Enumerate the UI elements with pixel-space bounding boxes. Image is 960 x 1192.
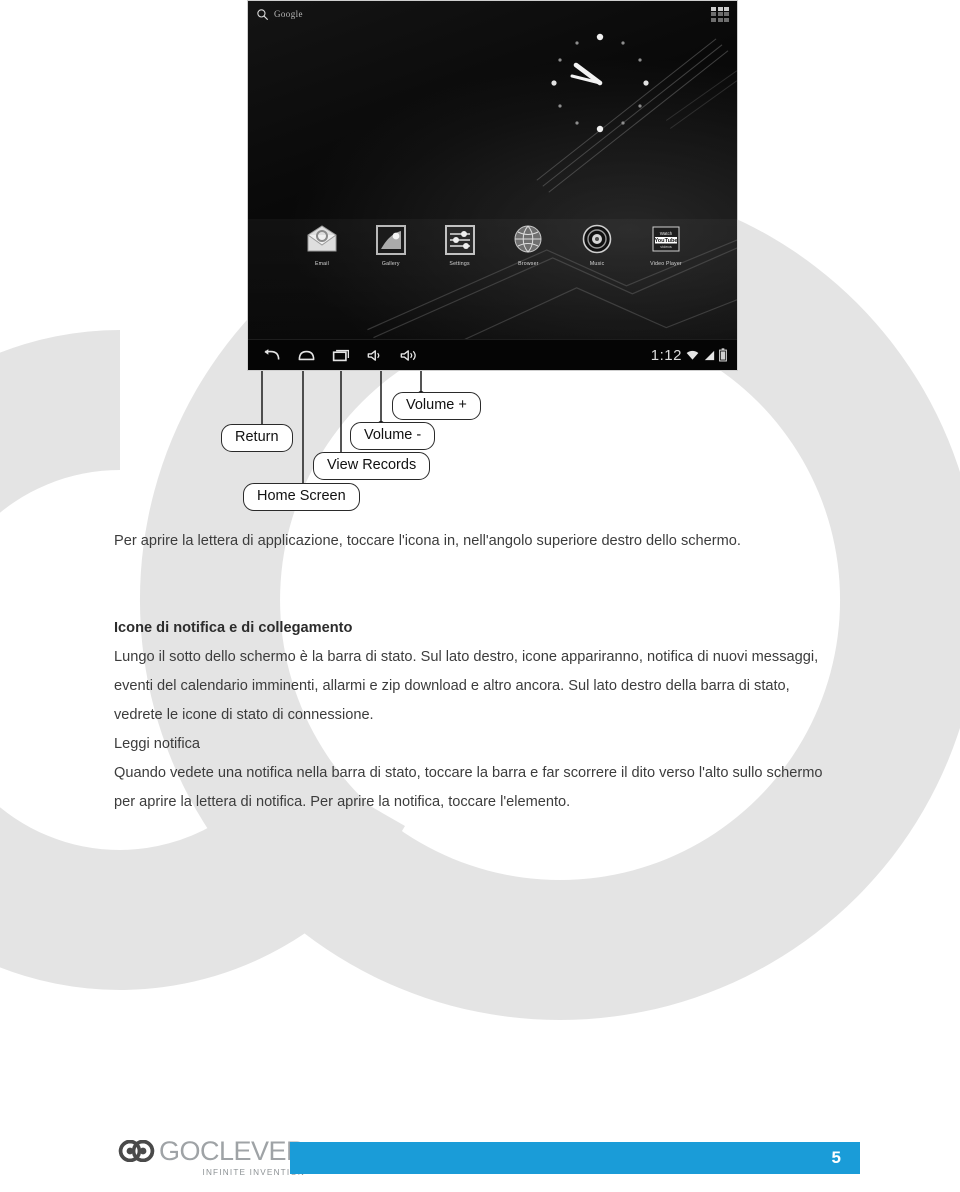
goclever-logo: GOCLEVER INFINITE INVENTION — [118, 1136, 306, 1177]
body-content: Per aprire la lettera di applicazione, t… — [114, 527, 830, 817]
go-logo-mark — [118, 1140, 155, 1162]
svg-text:videos: videos — [660, 244, 672, 249]
callout-view-records: View Records — [313, 452, 431, 480]
app-shortcut-row: Email Gallery Settings Browser Music Wat… — [294, 223, 694, 267]
app-label: Settings — [449, 261, 470, 267]
tablet-top-bar: Google — [248, 1, 737, 27]
section-heading: Icone di notifica e di collegamento — [114, 620, 353, 636]
callout-volume-up: Volume + — [392, 392, 481, 420]
logo-tagline: INFINITE INVENTION — [202, 1168, 306, 1177]
gallery-icon — [374, 223, 408, 257]
app-item-video-player[interactable]: Watch YouTube videos Video Player — [638, 223, 694, 267]
google-search-label: Google — [274, 9, 303, 19]
settings-icon — [443, 223, 477, 257]
app-label: Gallery — [381, 261, 400, 267]
tablet-figure: Google Email Gallery Settings Browser Mu… — [247, 0, 738, 371]
page-number: 5 — [831, 1148, 841, 1167]
app-label: Email — [315, 261, 329, 267]
intro-paragraph: Per aprire la lettera di applicazione, t… — [114, 533, 741, 549]
video-player-youtube-icon: Watch YouTube videos — [649, 223, 683, 257]
page-number-bar: 5 — [290, 1142, 860, 1174]
subsection-paragraph: Quando vedete una notifica nella barra d… — [114, 765, 823, 810]
browser-globe-icon — [511, 223, 545, 257]
google-search-widget[interactable]: Google — [256, 8, 303, 21]
callout-volume-down: Volume - — [350, 422, 436, 450]
callout-home-screen: Home Screen — [243, 483, 360, 511]
tablet-screen: Google Email Gallery Settings Browser Mu… — [247, 0, 738, 371]
svg-text:Watch: Watch — [660, 231, 673, 236]
music-speaker-icon — [580, 223, 614, 257]
app-item-gallery[interactable]: Gallery — [363, 223, 419, 267]
section-paragraph: Lungo il sotto dello schermo è la barra … — [114, 649, 819, 723]
app-item-settings[interactable]: Settings — [432, 223, 488, 267]
analog-clock-widget — [551, 33, 649, 133]
app-label: Video Player — [650, 261, 682, 267]
app-item-music[interactable]: Music — [569, 223, 625, 267]
subsection-heading: Leggi notifica — [114, 736, 201, 752]
apps-grid-icon[interactable] — [711, 6, 729, 22]
app-label: Music — [589, 261, 605, 267]
app-label: Browser — [518, 261, 539, 267]
page-footer: GOCLEVER INFINITE INVENTION 5 — [0, 1130, 960, 1192]
app-item-browser[interactable]: Browser — [500, 223, 556, 267]
callout-return: Return — [221, 424, 293, 452]
callout-labels: Volume + Volume - Return View Records Ho… — [0, 360, 960, 511]
email-icon — [305, 223, 339, 257]
search-icon — [257, 8, 268, 20]
app-item-email[interactable]: Email — [294, 223, 350, 267]
logo-wordmark: GOCLEVER — [159, 1136, 306, 1166]
